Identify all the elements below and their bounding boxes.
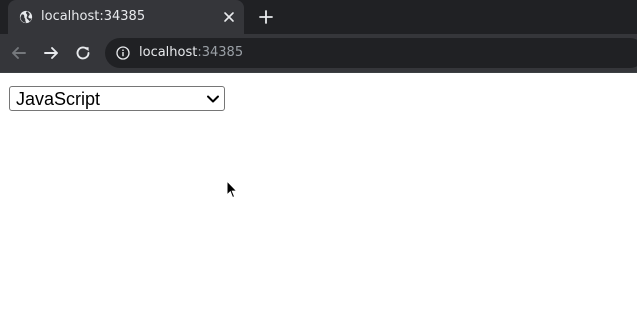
- mouse-cursor-icon: [226, 180, 238, 199]
- new-tab-plus-icon[interactable]: [258, 9, 274, 25]
- language-select-value: JavaScript: [16, 89, 101, 109]
- back-arrow-icon[interactable]: [9, 43, 29, 63]
- browser-toolbar: localhost:34385: [0, 34, 637, 72]
- chevron-down-icon: [207, 95, 219, 103]
- close-icon[interactable]: [222, 10, 236, 24]
- tab-title: localhost:34385: [41, 9, 146, 24]
- url-port: :34385: [197, 45, 244, 60]
- address-bar[interactable]: localhost:34385: [105, 38, 637, 68]
- browser-tab[interactable]: localhost:34385: [8, 0, 244, 34]
- browser-window: localhost:34385 localhost:34385 JavaScri…: [0, 0, 637, 325]
- reload-icon[interactable]: [73, 43, 93, 63]
- url-text[interactable]: localhost:34385: [139, 45, 243, 61]
- globe-icon: [19, 10, 33, 24]
- info-icon[interactable]: [116, 46, 130, 60]
- page-content: JavaScript: [0, 73, 637, 325]
- url-host: localhost: [139, 45, 198, 60]
- forward-arrow-icon[interactable]: [41, 43, 61, 63]
- language-select[interactable]: JavaScript: [9, 86, 225, 111]
- tab-strip: localhost:34385: [0, 0, 637, 34]
